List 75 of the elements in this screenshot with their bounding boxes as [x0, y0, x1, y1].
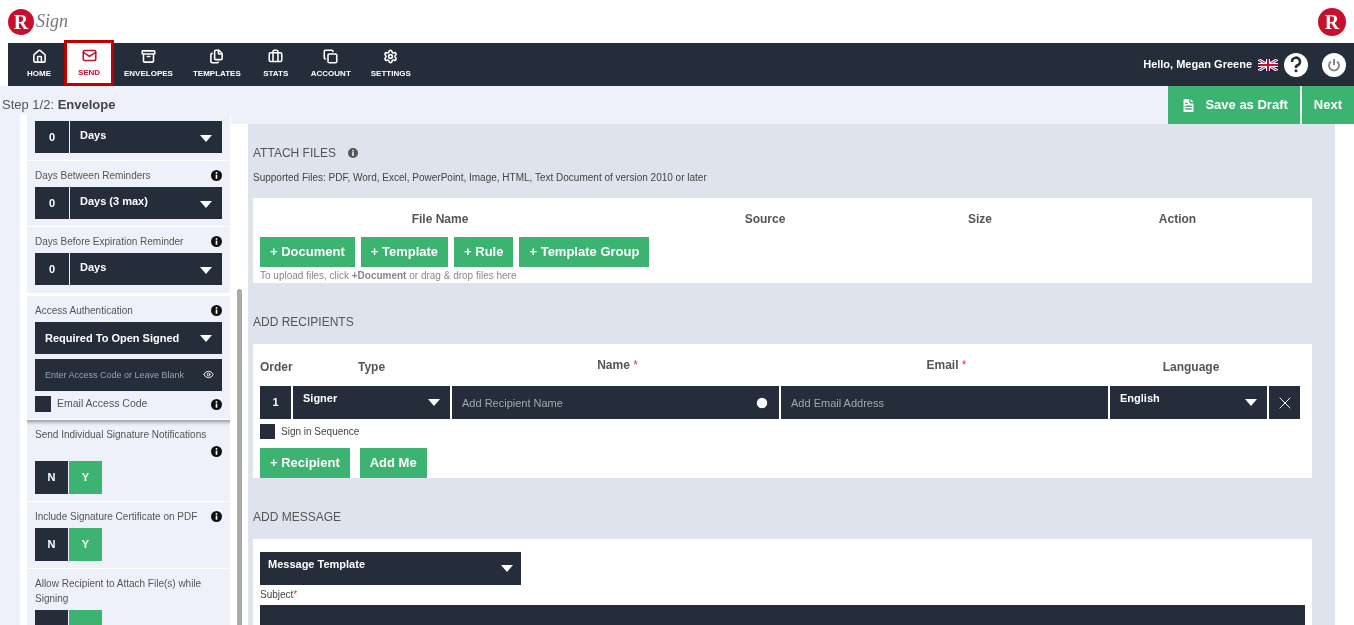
copy-icon — [323, 49, 339, 64]
column-header: Email * — [925, 357, 968, 374]
checkbox[interactable] — [35, 396, 51, 412]
column-header: Name * — [596, 357, 639, 374]
subject-field[interactable] — [260, 605, 1305, 625]
message-template-select[interactable]: Message Template — [260, 552, 521, 585]
unit-select[interactable]: Days — [70, 253, 222, 285]
number-field[interactable]: 0 — [35, 121, 69, 153]
checkbox-label: Sign in Sequence — [281, 425, 360, 439]
section-label: Access Authentication — [35, 304, 133, 318]
caret-icon — [200, 334, 212, 342]
nav-tab[interactable]: STATS — [250, 43, 301, 86]
greeting: Hello, Megan Greene — [1143, 57, 1252, 73]
caret-icon — [200, 267, 212, 274]
remove-recipient-button[interactable] — [1269, 386, 1300, 419]
section-label: Allow Recipient to Attach File(s) while Signing — [35, 577, 203, 606]
upload-hint: To upload files, click +Document or drag & drop files here — [260, 269, 518, 283]
documents-icon — [209, 49, 225, 64]
caret-icon — [200, 135, 212, 142]
column-header: Type — [357, 359, 387, 376]
supported-files-note: Supported Files: PDF, Word, Excel, PowerPoint, Image, HTML, Text Document of version 2010 or later — [253, 171, 708, 185]
section-label: Send Individual Signature Notifications — [35, 428, 207, 442]
nav-tab[interactable]: TEMPLATES — [182, 43, 251, 86]
home-icon — [31, 49, 47, 64]
eye-icon[interactable] — [203, 369, 214, 380]
column-header: Size — [967, 211, 993, 228]
nav-tab[interactable]: HOME — [14, 43, 64, 86]
tray-icon — [140, 49, 156, 64]
name-field[interactable]: Add Recipient Name — [452, 386, 779, 419]
step-title: Step 1/2: Envelope — [1, 96, 116, 115]
access-code-field[interactable]: Enter Access Code or Leave Blank — [35, 359, 222, 391]
section-title: ADD MESSAGE — [253, 509, 343, 526]
email-field[interactable]: Add Email Address — [781, 386, 1108, 419]
power-icon[interactable] — [1322, 52, 1346, 77]
unit-select[interactable]: Days — [70, 121, 222, 153]
authentication-select[interactable]: Required To Open Signed — [35, 322, 222, 354]
info-icon — [347, 148, 358, 158]
help-icon[interactable] — [1284, 52, 1308, 77]
caret-icon — [501, 565, 513, 572]
logo[interactable]: R Sign — [8, 8, 68, 35]
nav-tab[interactable]: ENVELOPES — [114, 43, 183, 86]
subject-label: Subject* — [260, 588, 299, 602]
nav-tab[interactable]: SEND — [64, 40, 114, 86]
column-header: File Name — [410, 211, 470, 228]
uk-flag-icon[interactable] — [1258, 58, 1278, 71]
order-cell: 1 — [260, 386, 291, 419]
number-field[interactable]: 0 — [35, 253, 69, 285]
caret-icon — [200, 201, 212, 208]
section-label: Include Signature Certificate on PDF — [35, 510, 198, 524]
logo[interactable]: R — [1318, 7, 1346, 36]
nav-tab[interactable]: ACCOUNT — [300, 43, 361, 86]
checkbox-label: Email Access Code — [57, 396, 149, 412]
unit-select[interactable]: Days (3 max) — [70, 187, 222, 219]
caret-icon — [1245, 399, 1257, 406]
briefcase-icon — [268, 49, 284, 64]
checkbox[interactable] — [260, 424, 275, 439]
number-field[interactable]: 0 — [35, 187, 69, 219]
nav-tab[interactable]: SETTINGS — [360, 43, 421, 86]
column-header: Order — [260, 359, 293, 376]
section-title: ADD RECIPIENTS — [253, 314, 355, 331]
envelope-icon — [81, 47, 97, 63]
column-header: Action — [1157, 211, 1198, 228]
language-select[interactable]: English — [1110, 386, 1267, 419]
gear-icon — [383, 49, 399, 64]
toggle-option[interactable]: N — [35, 528, 68, 561]
section-title: ATTACH FILES — [253, 145, 336, 162]
toggle-option[interactable]: N — [35, 461, 68, 494]
section-label: Days Between Reminders — [35, 169, 151, 183]
caret-icon — [428, 399, 440, 406]
column-header: Source — [743, 211, 787, 228]
column-header: Language — [1161, 359, 1221, 376]
section-label: Days Before Expiration Reminder — [35, 235, 184, 249]
type-select[interactable]: Signer — [293, 386, 450, 419]
scrollbar-thumb[interactable] — [237, 289, 242, 625]
person-icon[interactable] — [755, 396, 769, 410]
